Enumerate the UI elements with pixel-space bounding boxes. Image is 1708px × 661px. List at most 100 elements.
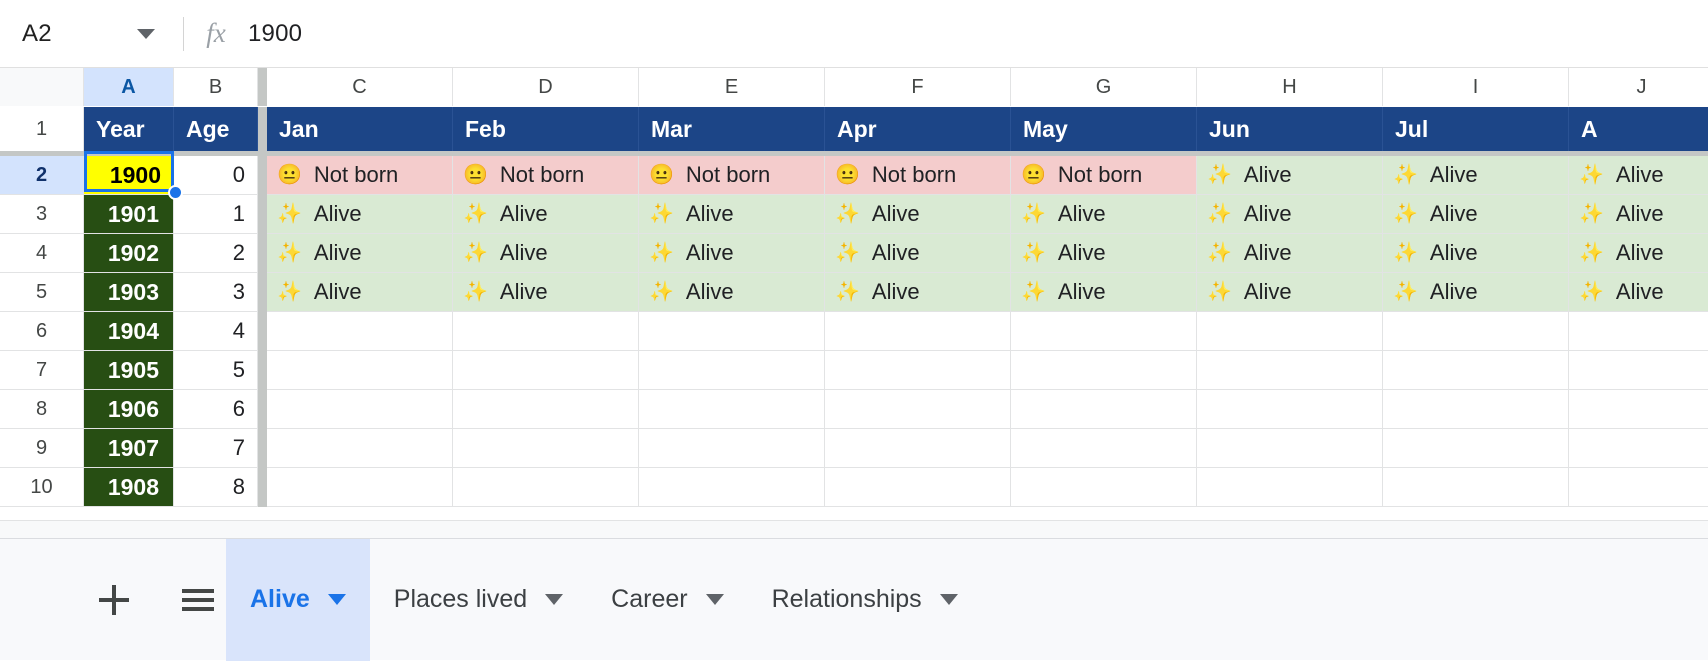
column-header-G[interactable]: G [1011, 68, 1197, 106]
frozen-column-divider[interactable] [258, 234, 267, 273]
sheet-tab-alive[interactable]: Alive [226, 538, 370, 661]
cell-G9[interactable] [1011, 429, 1197, 468]
table-row[interactable]: 1 Year Age Jan Feb Mar Apr May Jun Jul A [0, 107, 1708, 151]
cell-B8[interactable]: 6 [174, 390, 258, 429]
chevron-down-icon[interactable] [545, 594, 564, 605]
cell-C10[interactable] [267, 468, 453, 507]
cell-J10[interactable] [1569, 468, 1708, 507]
cell-F9[interactable] [825, 429, 1011, 468]
cell-J6[interactable] [1569, 312, 1708, 351]
cell-B4[interactable]: 2 [174, 234, 258, 273]
sheet-tab-relationships[interactable]: Relationships [748, 539, 982, 661]
cell-I9[interactable] [1383, 429, 1569, 468]
add-sheet-button[interactable] [86, 572, 142, 628]
cell-B6[interactable]: 4 [174, 312, 258, 351]
cell-H4[interactable]: ✨ Alive [1197, 234, 1383, 273]
cell-F8[interactable] [825, 390, 1011, 429]
cell-C4[interactable]: ✨ Alive [267, 234, 453, 273]
cell-D4[interactable]: ✨ Alive [453, 234, 639, 273]
cell-F2[interactable]: 😐 Not born [825, 156, 1011, 195]
cell-C9[interactable] [267, 429, 453, 468]
cell-I6[interactable] [1383, 312, 1569, 351]
frozen-column-divider[interactable] [258, 468, 267, 507]
table-row[interactable]: 5 1903 3 ✨ Alive ✨ Alive ✨ Alive ✨ Alive ✨ Alive ✨ Ali… [0, 273, 1708, 312]
cell-H5[interactable]: ✨ Alive [1197, 273, 1383, 312]
column-header-A[interactable]: A [84, 68, 174, 106]
cell-A8[interactable]: 1906 [84, 390, 174, 429]
cell-F6[interactable] [825, 312, 1011, 351]
cell-A6[interactable]: 1904 [84, 312, 174, 351]
fx-icon[interactable]: fx [190, 18, 242, 49]
cell-B7[interactable]: 5 [174, 351, 258, 390]
column-header-H[interactable]: H [1197, 68, 1383, 106]
cell-D3[interactable]: ✨ Alive [453, 195, 639, 234]
cell-J1[interactable]: A [1569, 107, 1708, 151]
cell-J8[interactable] [1569, 390, 1708, 429]
all-sheets-button[interactable] [170, 572, 226, 628]
cell-A7[interactable]: 1905 [84, 351, 174, 390]
cell-F4[interactable]: ✨ Alive [825, 234, 1011, 273]
cell-J7[interactable] [1569, 351, 1708, 390]
cell-C6[interactable] [267, 312, 453, 351]
spreadsheet-grid[interactable]: A B C D E F G H I J 1 Year Age Jan Feb M… [0, 68, 1708, 538]
cell-H7[interactable] [1197, 351, 1383, 390]
chevron-down-icon[interactable] [137, 28, 155, 39]
cell-J2[interactable]: ✨ Alive [1569, 156, 1708, 195]
cell-F1[interactable]: Apr [825, 107, 1011, 151]
cell-H8[interactable] [1197, 390, 1383, 429]
cell-G4[interactable]: ✨ Alive [1011, 234, 1197, 273]
cell-D9[interactable] [453, 429, 639, 468]
cell-F5[interactable]: ✨ Alive [825, 273, 1011, 312]
table-row[interactable]: 2 1900 0 😐 Not born 😐 Not born 😐 Not born 😐 Not bo… [0, 156, 1708, 195]
cell-C8[interactable] [267, 390, 453, 429]
frozen-column-divider[interactable] [258, 429, 267, 468]
cell-E7[interactable] [639, 351, 825, 390]
cell-E3[interactable]: ✨ Alive [639, 195, 825, 234]
cell-G5[interactable]: ✨ Alive [1011, 273, 1197, 312]
cell-B1[interactable]: Age [174, 107, 258, 151]
table-row[interactable]: 3 1901 1 ✨ Alive ✨ Alive ✨ Alive ✨ Alive ✨ Alive ✨ Ali… [0, 195, 1708, 234]
formula-input[interactable]: 1900 [242, 20, 302, 48]
frozen-column-divider[interactable] [258, 107, 267, 151]
cell-E1[interactable]: Mar [639, 107, 825, 151]
cell-J5[interactable]: ✨ Alive [1569, 273, 1708, 312]
sheet-tab-career[interactable]: Career [587, 539, 747, 661]
column-header-J[interactable]: J [1569, 68, 1708, 106]
table-row[interactable]: 6 1904 4 [0, 312, 1708, 351]
cell-A9[interactable]: 1907 [84, 429, 174, 468]
cell-F3[interactable]: ✨ Alive [825, 195, 1011, 234]
cell-D7[interactable] [453, 351, 639, 390]
cell-H6[interactable] [1197, 312, 1383, 351]
cell-A2[interactable]: 1900 [84, 156, 174, 195]
cell-H10[interactable] [1197, 468, 1383, 507]
cell-B5[interactable]: 3 [174, 273, 258, 312]
cell-E10[interactable] [639, 468, 825, 507]
cell-D2[interactable]: 😐 Not born [453, 156, 639, 195]
select-all-corner[interactable] [0, 68, 84, 106]
cell-I2[interactable]: ✨ Alive [1383, 156, 1569, 195]
chevron-down-icon[interactable] [939, 594, 958, 605]
cell-G2[interactable]: 😐 Not born [1011, 156, 1197, 195]
column-header-B[interactable]: B [174, 68, 258, 106]
table-row[interactable]: 8 1906 6 [0, 390, 1708, 429]
cell-D6[interactable] [453, 312, 639, 351]
cell-A5[interactable]: 1903 [84, 273, 174, 312]
cell-A1[interactable]: Year [84, 107, 174, 151]
cell-G7[interactable] [1011, 351, 1197, 390]
cell-I4[interactable]: ✨ Alive [1383, 234, 1569, 273]
cell-D5[interactable]: ✨ Alive [453, 273, 639, 312]
frozen-column-divider[interactable] [258, 68, 267, 106]
cell-H9[interactable] [1197, 429, 1383, 468]
cell-D1[interactable]: Feb [453, 107, 639, 151]
frozen-column-divider[interactable] [258, 195, 267, 234]
cell-I1[interactable]: Jul [1383, 107, 1569, 151]
frozen-column-divider[interactable] [258, 351, 267, 390]
row-header-7[interactable]: 7 [0, 351, 84, 390]
cell-B2[interactable]: 0 [174, 156, 258, 195]
cell-G6[interactable] [1011, 312, 1197, 351]
frozen-column-divider[interactable] [258, 390, 267, 429]
cell-F7[interactable] [825, 351, 1011, 390]
cell-H1[interactable]: Jun [1197, 107, 1383, 151]
cell-B10[interactable]: 8 [174, 468, 258, 507]
cell-F10[interactable] [825, 468, 1011, 507]
